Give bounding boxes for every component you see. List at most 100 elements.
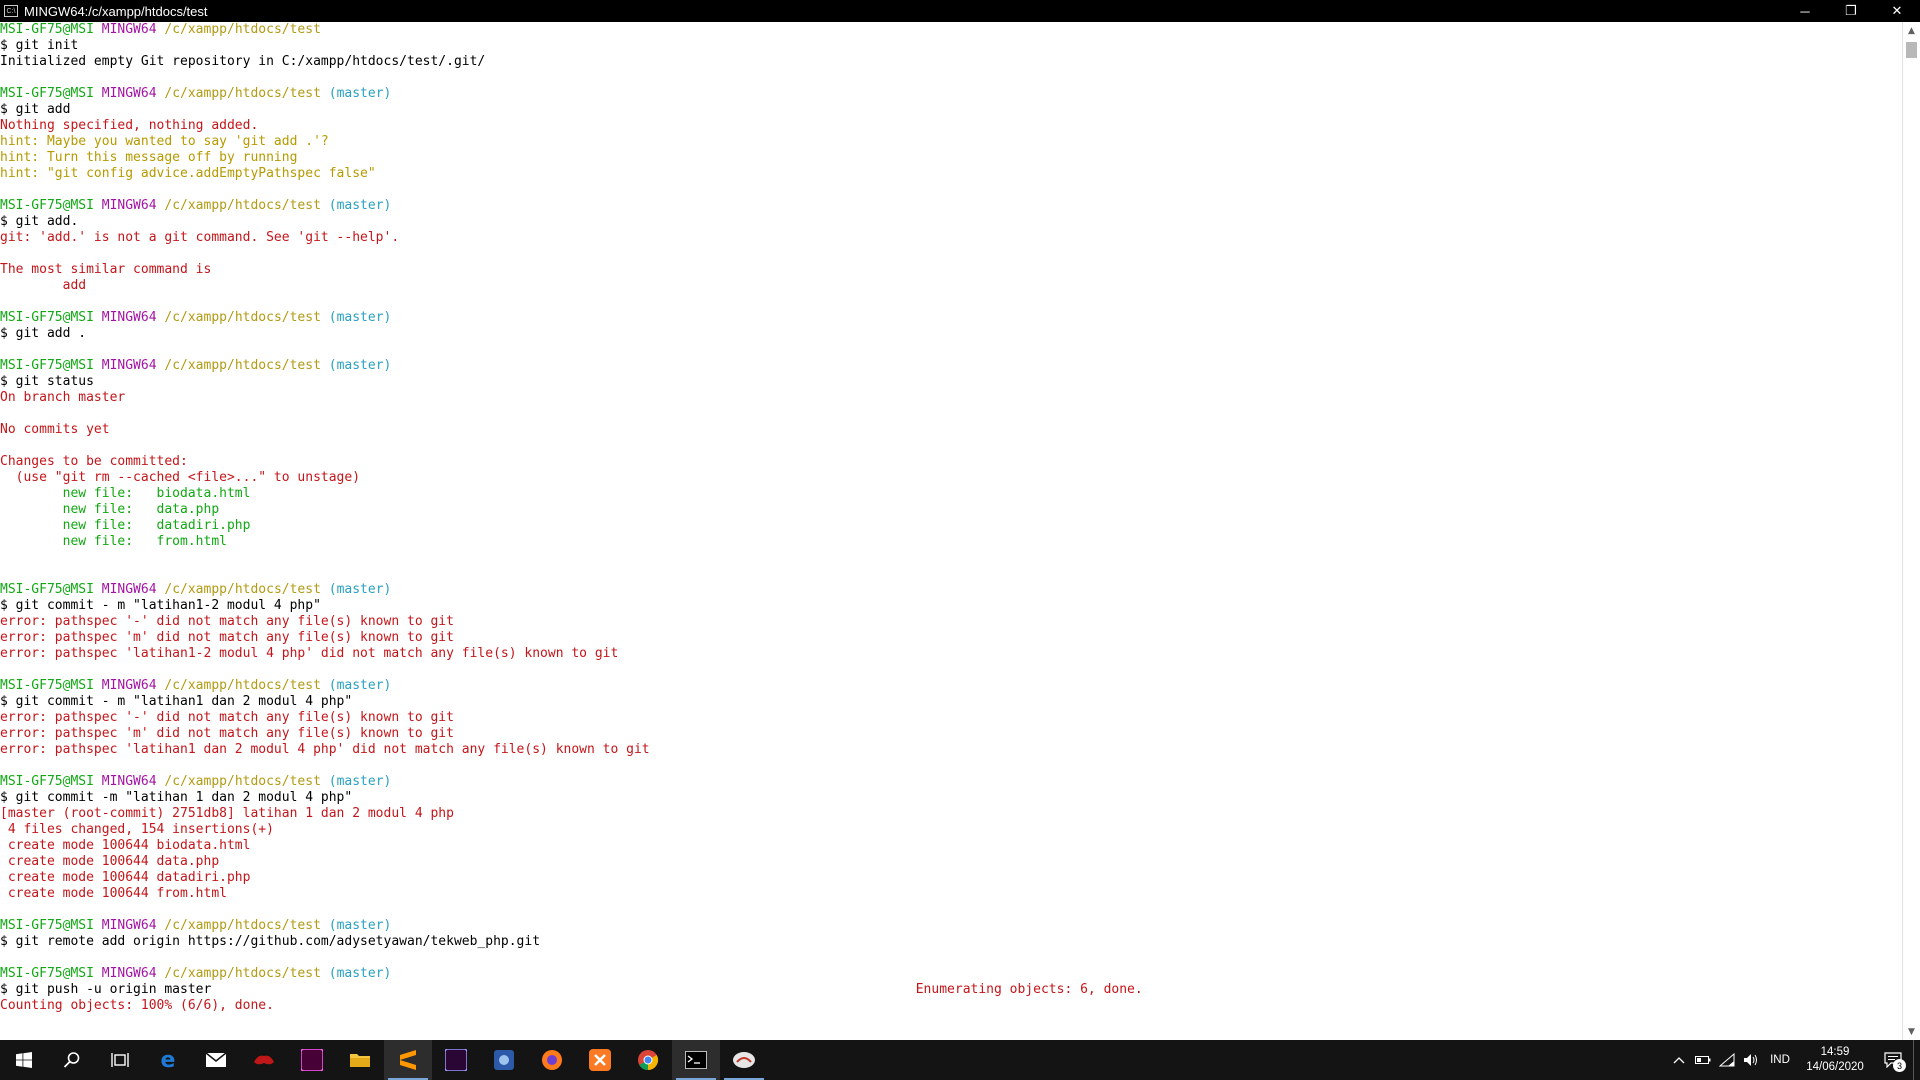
terminal-line: 4 files changed, 154 insertions(+) xyxy=(0,822,1902,838)
terminal-text-segment: MSI-GF75@MSI xyxy=(0,358,102,373)
show-desktop-button[interactable] xyxy=(1913,1040,1920,1080)
terminal-text-segment: error: pathspec '-' did not match any fi… xyxy=(0,614,454,629)
terminal-text-segment: error: pathspec 'm' did not match any fi… xyxy=(0,630,454,645)
system-tray: IND 14:59 14/06/2020 3 xyxy=(1667,1040,1920,1080)
taskbar-sublime-text[interactable] xyxy=(384,1040,432,1080)
terminal-text-segment: git: 'add.' is not a git command. See 'g… xyxy=(0,230,400,245)
terminal-line: hint: Maybe you wanted to say 'git add .… xyxy=(0,134,1902,150)
taskbar-terminal[interactable] xyxy=(672,1040,720,1080)
clock[interactable]: 14:59 14/06/2020 xyxy=(1797,1045,1873,1075)
terminal-text-segment: new file: data.php xyxy=(0,502,220,517)
title-bar: C:\ MINGW64:/c/xampp/htdocs/test ─ ❐ ✕ xyxy=(0,0,1920,22)
clock-time: 14:59 xyxy=(1820,1046,1850,1058)
terminal-text-segment: (master) xyxy=(328,310,392,325)
svg-text:e: e xyxy=(161,1049,176,1071)
taskbar-chrome[interactable] xyxy=(624,1040,672,1080)
terminal-line: MSI-GF75@MSI MINGW64 /c/xampp/htdocs/tes… xyxy=(0,310,1902,326)
terminal-line: Counting objects: 100% (6/6), done. xyxy=(0,998,1902,1014)
terminal-text-segment: MSI-GF75@MSI xyxy=(0,966,102,981)
chevron-up-icon[interactable] xyxy=(1667,1040,1691,1080)
terminal-line: create mode 100644 from.html xyxy=(0,886,1902,902)
window-title: MINGW64:/c/xampp/htdocs/test xyxy=(24,3,208,19)
terminal-line: Changes to be committed: xyxy=(0,454,1902,470)
terminal-text-segment: $ git remote add origin https://github.c… xyxy=(0,934,541,949)
terminal-text-segment: hint: Turn this message off by running xyxy=(0,150,298,165)
vertical-scrollbar[interactable]: ▲ ▼ xyxy=(1902,22,1920,1040)
task-view-button[interactable] xyxy=(96,1040,144,1080)
terminal-line: $ git add xyxy=(0,102,1902,118)
taskbar-file-explorer[interactable] xyxy=(336,1040,384,1080)
windows-logo-icon xyxy=(16,1052,32,1068)
search-button[interactable] xyxy=(48,1040,96,1080)
terminal-output[interactable]: MSI-GF75@MSI MINGW64 /c/xampp/htdocs/tes… xyxy=(0,22,1902,1040)
terminal-text-segment: MINGW64 xyxy=(101,198,165,213)
terminal-text-segment: MSI-GF75@MSI xyxy=(0,22,102,37)
terminal-line: new file: data.php xyxy=(0,502,1902,518)
minimize-button[interactable]: ─ xyxy=(1782,0,1828,22)
language-indicator[interactable]: IND xyxy=(1763,1054,1797,1066)
start-button[interactable] xyxy=(0,1040,48,1080)
terminal-line: On branch master xyxy=(0,390,1902,406)
terminal-line: error: pathspec 'm' did not match any fi… xyxy=(0,726,1902,742)
terminal-text-segment: MSI-GF75@MSI xyxy=(0,310,102,325)
wifi-icon[interactable] xyxy=(1715,1040,1739,1080)
terminal-text-segment: (master) xyxy=(328,86,392,101)
edge-icon: e xyxy=(161,1049,176,1071)
terminal-text-segment: /c/xampp/htdocs/test xyxy=(164,678,329,693)
taskbar-adobe-xd[interactable] xyxy=(288,1040,336,1080)
taskbar-app-white[interactable] xyxy=(720,1040,768,1080)
terminal-text-segment: [master (root-commit) 2751db8] latihan 1… xyxy=(0,806,454,821)
taskbar-app-blue[interactable] xyxy=(480,1040,528,1080)
terminal-text-segment: Counting objects: 100% (6/6), done. xyxy=(0,998,274,1013)
terminal-text-segment: MSI-GF75@MSI xyxy=(0,678,102,693)
taskbar-xampp[interactable] xyxy=(576,1040,624,1080)
scroll-up-arrow-icon[interactable]: ▲ xyxy=(1903,22,1920,39)
battery-icon[interactable] xyxy=(1691,1040,1715,1080)
terminal-line: create mode 100644 biodata.html xyxy=(0,838,1902,854)
scrollbar-thumb[interactable] xyxy=(1906,42,1917,58)
terminal-text-segment: Nothing specified, nothing added. xyxy=(0,118,259,133)
taskbar-edge[interactable]: e xyxy=(144,1040,192,1080)
close-button[interactable]: ✕ xyxy=(1874,0,1920,22)
terminal-line: MSI-GF75@MSI MINGW64 /c/xampp/htdocs/tes… xyxy=(0,966,1902,982)
terminal-text-segment: hint: "git config advice.addEmptyPathspe… xyxy=(0,166,376,181)
terminal-line: MSI-GF75@MSI MINGW64 /c/xampp/htdocs/tes… xyxy=(0,86,1902,102)
terminal-line: Nothing specified, nothing added. xyxy=(0,118,1902,134)
taskbar-firefox[interactable] xyxy=(528,1040,576,1080)
notification-count-badge: 3 xyxy=(1893,1059,1906,1072)
terminal-line: $ git commit -m "latihan 1 dan 2 modul 4… xyxy=(0,790,1902,806)
chrome-icon xyxy=(638,1050,659,1071)
terminal-line: MSI-GF75@MSI MINGW64 /c/xampp/htdocs/tes… xyxy=(0,22,1902,38)
terminal-text-segment: MINGW64 xyxy=(101,86,165,101)
terminal-text-segment: $ git push -u origin master xyxy=(0,982,916,997)
terminal-text-segment: create mode 100644 datadiri.php xyxy=(0,870,251,885)
terminal-text-segment: $ git init xyxy=(0,38,79,53)
terminal-line: $ git commit - m "latihan1 dan 2 modul 4… xyxy=(0,694,1902,710)
action-center-button[interactable]: 3 xyxy=(1873,1040,1913,1080)
scroll-down-arrow-icon[interactable]: ▼ xyxy=(1903,1023,1920,1040)
clock-date: 14/06/2020 xyxy=(1806,1061,1864,1073)
terminal-text-segment: MSI-GF75@MSI xyxy=(0,582,102,597)
restore-button[interactable]: ❐ xyxy=(1828,0,1874,22)
gaming-app-icon xyxy=(254,1055,274,1065)
taskbar-mail[interactable] xyxy=(192,1040,240,1080)
terminal-text-segment: /c/xampp/htdocs/test xyxy=(164,22,321,37)
taskbar-premiere-pro[interactable] xyxy=(432,1040,480,1080)
terminal-line: $ git commit - m "latihan1-2 modul 4 php… xyxy=(0,598,1902,614)
terminal-text-segment: /c/xampp/htdocs/test xyxy=(164,918,329,933)
terminal-text-segment: /c/xampp/htdocs/test xyxy=(164,582,329,597)
terminal-text-segment: /c/xampp/htdocs/test xyxy=(164,966,329,981)
terminal-text-segment: (master) xyxy=(328,966,392,981)
terminal-line: $ git add. xyxy=(0,214,1902,230)
volume-icon[interactable] xyxy=(1739,1040,1763,1080)
terminal-icon xyxy=(685,1051,707,1069)
taskbar-game-app[interactable] xyxy=(240,1040,288,1080)
terminal-line: MSI-GF75@MSI MINGW64 /c/xampp/htdocs/tes… xyxy=(0,358,1902,374)
terminal-text-segment: The most similar command is xyxy=(0,262,212,277)
mail-icon xyxy=(205,1052,227,1067)
terminal-text-segment: create mode 100644 from.html xyxy=(0,886,227,901)
